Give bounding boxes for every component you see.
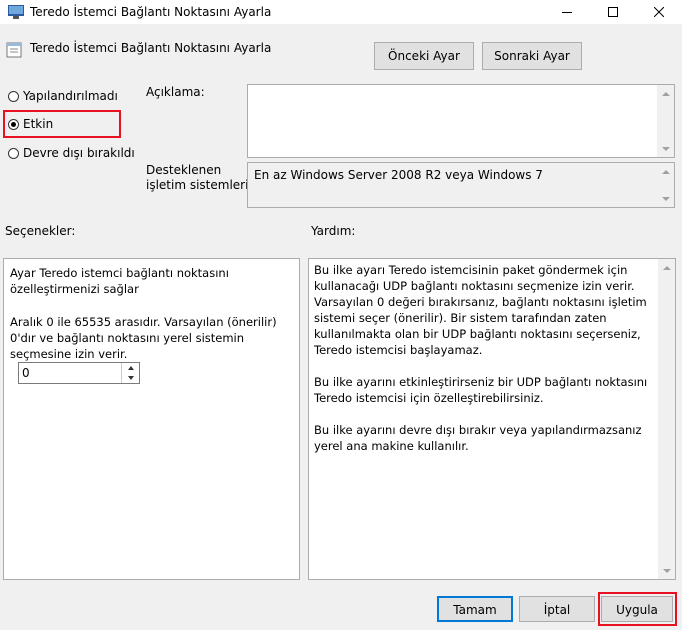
radio-label: Yapılandırılmadı xyxy=(23,89,118,103)
help-text: Bu ilke ayarı Teredo istemcisinin paket … xyxy=(314,262,656,470)
comment-scrollbar[interactable] xyxy=(657,85,674,157)
maximize-button[interactable] xyxy=(590,0,636,24)
options-panel: Ayar Teredo istemci bağlantı noktasını ö… xyxy=(3,258,300,580)
spin-down-icon xyxy=(127,376,134,380)
window-title: Teredo İstemci Bağlantı Noktasını Ayarla xyxy=(30,5,272,19)
next-setting-button[interactable]: Sonraki Ayar xyxy=(482,42,582,70)
cancel-button[interactable]: İptal xyxy=(519,596,595,622)
supported-on-box: En az Windows Server 2008 R2 veya Window… xyxy=(247,162,675,208)
scroll-up-icon xyxy=(662,265,671,270)
spin-down-button[interactable] xyxy=(122,373,139,383)
minimize-icon xyxy=(562,12,572,13)
help-paragraph: Bu ilke ayarını devre dışı bırakır veya … xyxy=(314,423,642,453)
minimize-button[interactable] xyxy=(544,0,590,24)
title-bar: Teredo İstemci Bağlantı Noktasını Ayarla xyxy=(0,0,682,24)
port-number-spinbox[interactable]: 0 xyxy=(18,362,140,384)
options-description: Ayar Teredo istemci bağlantı noktasını ö… xyxy=(10,265,290,297)
highlight-box-enabled xyxy=(3,110,121,138)
options-desc-line2: özelleştirmenizi sağlar xyxy=(10,282,139,296)
close-icon xyxy=(654,7,664,17)
spin-up-button[interactable] xyxy=(122,363,139,373)
ok-button[interactable]: Tamam xyxy=(437,596,513,622)
policy-dialog: Teredo İstemci Bağlantı Noktasını Ayarla… xyxy=(0,0,682,630)
options-label: Seçenekler: xyxy=(5,224,76,238)
range-description: Aralık 0 ile 65535 arasıdır. Varsayılan … xyxy=(10,315,277,361)
port-value: 0 xyxy=(22,366,30,380)
group-policy-icon xyxy=(8,5,24,19)
help-paragraph: Bu ilke ayarını etkinleştirirseniz bir U… xyxy=(314,375,648,405)
radio-label: Devre dışı bırakıldı xyxy=(23,146,135,160)
scroll-down-icon xyxy=(662,568,671,573)
help-scrollbar[interactable] xyxy=(658,259,675,579)
supported-on-value: En az Windows Server 2008 R2 veya Window… xyxy=(254,168,543,182)
radio-circle[interactable] xyxy=(8,90,19,102)
help-panel: Bu ilke ayarı Teredo istemcisinin paket … xyxy=(308,258,676,580)
supported-label-line2: işletim sistemleri: xyxy=(146,178,253,192)
scroll-up-icon xyxy=(661,91,670,96)
comment-label: Açıklama: xyxy=(146,85,205,99)
scroll-down-icon xyxy=(661,196,670,201)
help-paragraph: Bu ilke ayarı Teredo istemcisinin paket … xyxy=(314,263,647,357)
radio-disabled[interactable]: Devre dışı bırakıldı xyxy=(8,146,135,160)
supported-scrollbar[interactable] xyxy=(657,163,674,207)
help-label: Yardım: xyxy=(311,224,356,238)
radio-not-configured[interactable]: Yapılandırılmadı xyxy=(8,89,118,103)
supported-label-line1: Desteklenen xyxy=(146,163,222,177)
previous-setting-button[interactable]: Önceki Ayar xyxy=(374,42,474,70)
policy-name: Teredo İstemci Bağlantı Noktasını Ayarla xyxy=(30,41,272,55)
comment-textarea[interactable] xyxy=(247,84,675,158)
scroll-up-icon xyxy=(661,169,670,174)
maximize-icon xyxy=(608,7,618,17)
spin-up-icon xyxy=(127,366,134,370)
options-desc-line1: Ayar Teredo istemci bağlantı noktasını xyxy=(10,266,229,280)
policy-setting-icon xyxy=(6,42,22,58)
scroll-down-icon xyxy=(661,146,670,151)
radio-circle[interactable] xyxy=(8,147,19,159)
highlight-box-apply xyxy=(598,592,677,626)
close-button[interactable] xyxy=(636,0,682,24)
